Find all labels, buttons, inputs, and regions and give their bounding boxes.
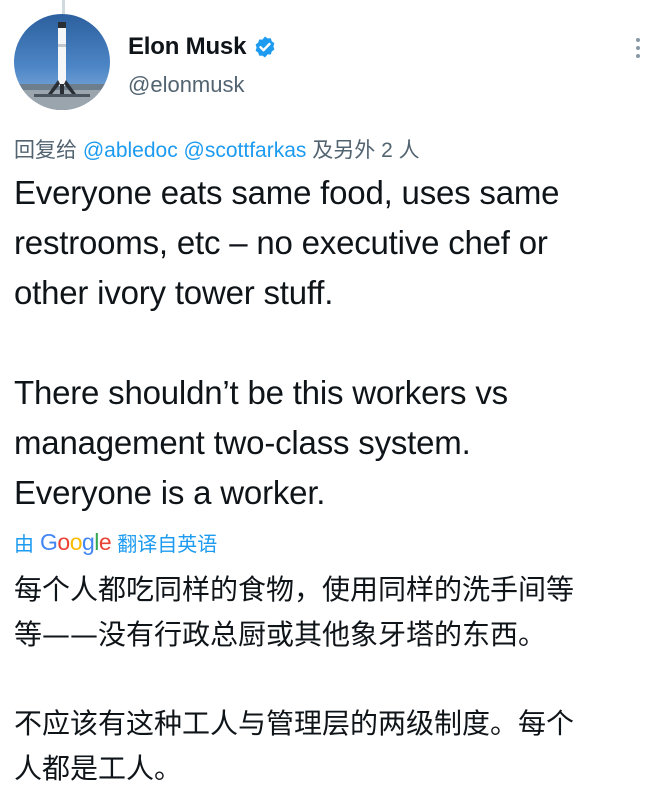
reply-mentions[interactable]: @abledoc @scottfarkas	[83, 139, 307, 162]
tweet-line: other ivory tower stuff.	[14, 274, 334, 311]
tweet-line: Everyone eats same food, uses same	[14, 174, 560, 211]
translate-label: 翻译自英语	[117, 534, 218, 556]
translated-line: 等——没有行政总厨或其他象牙塔的东西。	[14, 618, 547, 651]
verified-badge-icon	[255, 36, 275, 58]
replying-to: 回复给 @abledoc @scottfarkas 及另外 2 人	[14, 134, 420, 164]
translated-by-google[interactable]: 由 Google 翻译自英语	[14, 528, 217, 557]
author-name[interactable]: Elon Musk	[128, 33, 246, 61]
author-header: Elon Musk @elonmusk	[128, 30, 277, 98]
more-options-icon[interactable]	[634, 36, 642, 60]
reply-prefix: 回复给	[14, 139, 77, 162]
rocket-icon	[14, 22, 110, 110]
translate-by: 由	[14, 534, 34, 556]
google-logo: Google	[40, 529, 112, 555]
avatar[interactable]	[14, 14, 110, 110]
tweet-line: Everyone is a worker.	[14, 474, 326, 511]
reply-suffix[interactable]: 及另外 2 人	[312, 139, 419, 162]
tweet-line: There shouldn’t be this workers vs	[14, 374, 508, 411]
translated-text: 每个人都吃同样的食物，使用同样的洗手间等 等——没有行政总厨或其他象牙塔的东西。…	[14, 567, 650, 791]
translated-line: 每个人都吃同样的食物，使用同样的洗手间等	[14, 573, 575, 606]
tweet-line: restrooms, etc – no executive chef or	[14, 224, 548, 261]
thread-connector-line	[62, 0, 65, 14]
translated-line: 不应该有这种工人与管理层的两级制度。每个	[14, 707, 575, 740]
tweet-text: Everyone eats same food, uses same restr…	[14, 168, 650, 518]
author-handle[interactable]: @elonmusk	[128, 72, 277, 98]
translated-line: 人都是工人。	[14, 752, 183, 785]
tweet-line: management two-class system.	[14, 424, 471, 461]
